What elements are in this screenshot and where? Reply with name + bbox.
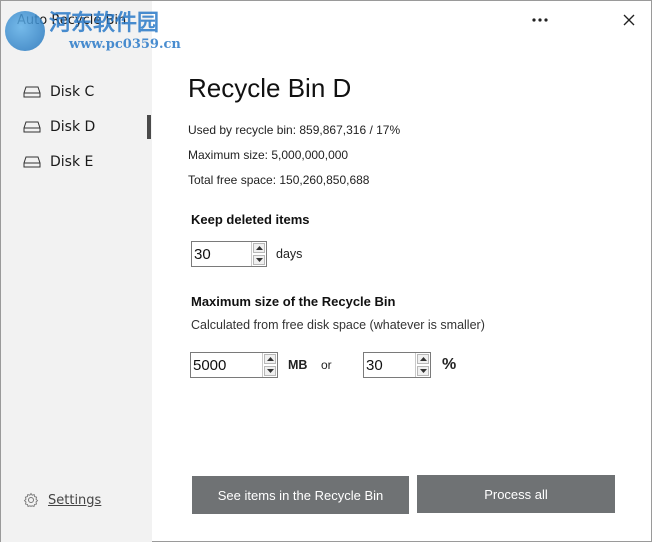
page-title: Recycle Bin D	[188, 73, 352, 103]
or-text: or	[321, 358, 332, 372]
sidebar-item-disk-c[interactable]: Disk C	[1, 77, 152, 107]
max-size-label: Maximum size of the Recycle Bin	[191, 294, 396, 309]
gear-icon	[23, 492, 39, 508]
days-unit: days	[276, 247, 303, 261]
chevron-down-icon	[266, 369, 274, 373]
decrement-button[interactable]	[264, 366, 276, 376]
disk-icon	[23, 86, 41, 98]
selected-indicator	[147, 115, 151, 139]
keep-deleted-label: Keep deleted items	[191, 212, 310, 227]
increment-button[interactable]	[253, 243, 265, 253]
window-title: Auto Recycle Bin	[17, 13, 127, 28]
see-items-button[interactable]: See items in the Recycle Bin	[192, 476, 409, 514]
sidebar: Auto Recycle Bin Disk C Disk D Disk E Se…	[1, 1, 152, 542]
keep-days-stepper[interactable]	[191, 241, 267, 267]
sidebar-item-label: Disk C	[50, 84, 95, 100]
max-percent-stepper[interactable]	[363, 352, 431, 378]
max-mb-input[interactable]	[191, 353, 262, 377]
sidebar-item-disk-d[interactable]: Disk D	[1, 112, 152, 142]
settings-label: Settings	[48, 492, 102, 508]
chevron-up-icon	[255, 246, 263, 250]
mb-unit: MB	[288, 358, 308, 372]
disk-icon	[23, 121, 41, 133]
more-horizontal-icon	[532, 18, 548, 22]
percent-unit: %	[442, 356, 457, 373]
more-options-button[interactable]	[525, 7, 555, 33]
max-size-description: Calculated from free disk space (whateve…	[191, 318, 485, 332]
chevron-down-icon	[419, 369, 427, 373]
sidebar-item-disk-e[interactable]: Disk E	[1, 147, 152, 177]
close-button[interactable]	[614, 7, 644, 33]
process-all-button[interactable]: Process all	[417, 475, 615, 513]
decrement-button[interactable]	[253, 255, 265, 265]
disk-icon	[23, 156, 41, 168]
maximum-size: Maximum size: 5,000,000,000	[188, 148, 349, 162]
sidebar-item-label: Disk E	[50, 154, 94, 170]
used-by-recycle-bin: Used by recycle bin: 859,867,316 / 17%	[188, 123, 401, 137]
settings-link[interactable]: Settings	[23, 492, 101, 508]
increment-button[interactable]	[417, 354, 429, 364]
chevron-up-icon	[266, 357, 274, 361]
max-mb-stepper[interactable]	[190, 352, 278, 378]
total-free-space: Total free space: 150,260,850,688	[188, 173, 370, 187]
increment-button[interactable]	[264, 354, 276, 364]
keep-days-input[interactable]	[192, 242, 251, 266]
app-window: Auto Recycle Bin Disk C Disk D Disk E Se…	[0, 0, 652, 542]
chevron-down-icon	[255, 258, 263, 262]
max-percent-input[interactable]	[364, 353, 415, 377]
chevron-up-icon	[419, 357, 427, 361]
close-icon	[623, 14, 635, 26]
decrement-button[interactable]	[417, 366, 429, 376]
sidebar-item-label: Disk D	[50, 119, 96, 135]
